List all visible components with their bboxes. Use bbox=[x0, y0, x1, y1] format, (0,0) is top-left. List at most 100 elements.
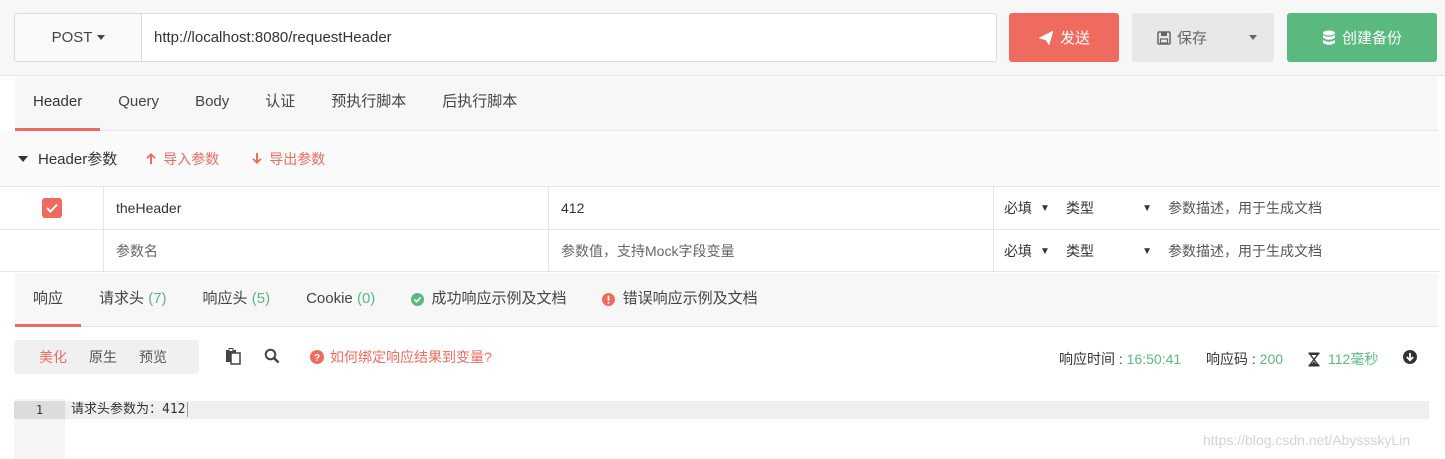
header-params-table: theHeader 412 必填 ▼ 类型 ▼ 参数描述，用于生成文档 参数名 … bbox=[0, 186, 1440, 272]
code-line: 请求头参数为：412 bbox=[65, 401, 1429, 419]
tab-query[interactable]: Query bbox=[100, 77, 177, 130]
save-label: 保存 bbox=[1176, 30, 1207, 47]
param-description-input[interactable]: 参数描述，用于生成文档 bbox=[1160, 230, 1440, 272]
check-circle-icon bbox=[411, 292, 425, 306]
download-icon[interactable] bbox=[1403, 350, 1417, 367]
tab-cookie[interactable]: Cookie (0) bbox=[288, 273, 393, 326]
view-beautify-button[interactable]: 美化 bbox=[28, 347, 78, 367]
caret-down-icon bbox=[18, 155, 28, 162]
count-badge: (7) bbox=[148, 290, 167, 307]
arrow-up-icon bbox=[146, 153, 157, 164]
svg-text:?: ? bbox=[314, 353, 320, 364]
response-toolbar: 美化 原生 预览 ? 如何绑定响应结果到变量? 响应时间 : 16:50:41 … bbox=[0, 328, 1440, 390]
response-code-label: 响应码 : bbox=[1206, 351, 1256, 367]
export-params-label: 导出参数 bbox=[269, 150, 326, 167]
response-time-label: 响应时间 : bbox=[1059, 351, 1123, 367]
tab-label: Cookie bbox=[306, 290, 353, 307]
caret-down-icon: ▼ bbox=[1040, 245, 1050, 257]
watermark: https://blog.csdn.net/AbyssskyLin bbox=[1203, 432, 1410, 448]
question-circle-icon: ? bbox=[310, 350, 324, 364]
view-preview-button[interactable]: 预览 bbox=[128, 347, 178, 367]
save-button[interactable]: 保存 bbox=[1132, 13, 1232, 62]
response-code: 响应码 : 200 bbox=[1206, 349, 1283, 369]
response-time-value: 16:50:41 bbox=[1126, 351, 1182, 367]
request-bar: POST 发送 保存 创建备份 bbox=[0, 0, 1445, 76]
send-label: 发送 bbox=[1059, 30, 1090, 47]
check-icon bbox=[45, 203, 58, 213]
caret-down-icon: ▼ bbox=[1040, 202, 1050, 214]
url-input[interactable] bbox=[141, 13, 997, 62]
bind-variable-help-link[interactable]: ? 如何绑定响应结果到变量? bbox=[310, 347, 492, 367]
row-enabled-checkbox[interactable] bbox=[41, 198, 62, 218]
response-time: 响应时间 : 16:50:41 bbox=[1059, 349, 1181, 369]
tab-label: 成功响应示例及文档 bbox=[431, 290, 567, 307]
required-label: 必填 bbox=[1004, 243, 1032, 259]
exclamation-circle-icon bbox=[602, 292, 616, 306]
type-select[interactable]: 类型 ▼ bbox=[1058, 187, 1158, 229]
method-label: POST bbox=[51, 29, 93, 46]
floppy-disk-icon bbox=[1157, 30, 1171, 45]
tab-response-headers[interactable]: 响应头 (5) bbox=[185, 273, 289, 326]
response-tabs: 响应 请求头 (7) 响应头 (5) Cookie (0) 成功响应示例及文档 … bbox=[15, 273, 1438, 327]
required-select[interactable]: 必填 ▼ bbox=[994, 230, 1056, 272]
required-select[interactable]: 必填 ▼ bbox=[994, 187, 1056, 229]
import-params-label: 导入参数 bbox=[163, 150, 220, 167]
tab-label: 请求头 bbox=[99, 290, 145, 307]
tab-pre-script[interactable]: 预执行脚本 bbox=[313, 77, 424, 130]
database-icon bbox=[1322, 30, 1336, 46]
tab-label: 错误响应示例及文档 bbox=[622, 290, 758, 307]
response-duration-value: 112毫秒 bbox=[1328, 351, 1379, 367]
search-icon[interactable] bbox=[264, 348, 280, 367]
export-params-link[interactable]: 导出参数 bbox=[251, 149, 325, 169]
chevron-down-icon bbox=[1249, 35, 1257, 40]
text-cursor bbox=[187, 402, 189, 417]
param-key-input[interactable]: 参数名 bbox=[104, 230, 549, 272]
tab-success-example[interactable]: 成功响应示例及文档 bbox=[393, 273, 584, 326]
tab-request-headers[interactable]: 请求头 (7) bbox=[81, 273, 185, 326]
row-check-cell bbox=[0, 187, 104, 229]
header-params-section: Header参数 导入参数 导出参数 bbox=[0, 131, 1440, 186]
row-check-cell bbox=[0, 230, 104, 272]
chevron-down-icon bbox=[97, 35, 106, 40]
type-label: 类型 bbox=[1066, 243, 1094, 259]
table-row: 参数名 参数值，支持Mock字段变量 必填 ▼ 类型 ▼ 参数描述，用于生成文档 bbox=[0, 229, 1440, 272]
response-body-editor[interactable]: 1 请求头参数为：412 bbox=[14, 399, 1429, 459]
method-select[interactable]: POST bbox=[14, 13, 142, 62]
header-params-title: Header参数 bbox=[38, 151, 118, 168]
header-params-toggle[interactable]: Header参数 bbox=[18, 148, 117, 169]
table-row: theHeader 412 必填 ▼ 类型 ▼ 参数描述，用于生成文档 bbox=[0, 186, 1440, 229]
import-params-link[interactable]: 导入参数 bbox=[145, 149, 219, 169]
hourglass-icon bbox=[1308, 352, 1320, 366]
count-badge: (0) bbox=[356, 290, 376, 307]
create-backup-button[interactable]: 创建备份 bbox=[1287, 13, 1437, 62]
required-label: 必填 bbox=[1004, 200, 1032, 216]
line-number: 1 bbox=[14, 401, 65, 419]
send-button[interactable]: 发送 bbox=[1009, 13, 1119, 62]
tab-label: 响应头 bbox=[202, 290, 248, 307]
tab-body[interactable]: Body bbox=[177, 77, 247, 130]
tab-error-example[interactable]: 错误响应示例及文档 bbox=[584, 273, 775, 326]
caret-down-icon: ▼ bbox=[1142, 245, 1152, 257]
tab-post-script[interactable]: 后执行脚本 bbox=[424, 77, 535, 130]
count-badge: (5) bbox=[251, 290, 271, 307]
tab-header[interactable]: Header bbox=[15, 77, 101, 131]
save-options-dropdown[interactable] bbox=[1232, 13, 1274, 62]
view-mode-group: 美化 原生 预览 bbox=[14, 340, 199, 374]
tab-response[interactable]: 响应 bbox=[15, 273, 82, 327]
type-label: 类型 bbox=[1066, 200, 1094, 216]
arrow-down-icon bbox=[252, 153, 263, 164]
tab-auth[interactable]: 认证 bbox=[247, 77, 313, 130]
param-value-input[interactable]: 参数值，支持Mock字段变量 bbox=[549, 230, 994, 272]
param-value-input[interactable]: 412 bbox=[549, 187, 994, 229]
param-key-input[interactable]: theHeader bbox=[104, 187, 549, 229]
response-duration: 112毫秒 bbox=[1308, 349, 1378, 369]
view-raw-button[interactable]: 原生 bbox=[78, 347, 128, 367]
code-text: 请求头参数为：412 bbox=[71, 402, 186, 417]
caret-down-icon: ▼ bbox=[1142, 202, 1152, 214]
copy-icon[interactable] bbox=[225, 348, 241, 368]
backup-label: 创建备份 bbox=[1341, 30, 1402, 47]
help-link-label: 如何绑定响应结果到变量? bbox=[330, 349, 492, 365]
paper-plane-icon bbox=[1038, 30, 1054, 46]
type-select[interactable]: 类型 ▼ bbox=[1058, 230, 1158, 272]
param-description-input[interactable]: 参数描述，用于生成文档 bbox=[1160, 187, 1440, 229]
